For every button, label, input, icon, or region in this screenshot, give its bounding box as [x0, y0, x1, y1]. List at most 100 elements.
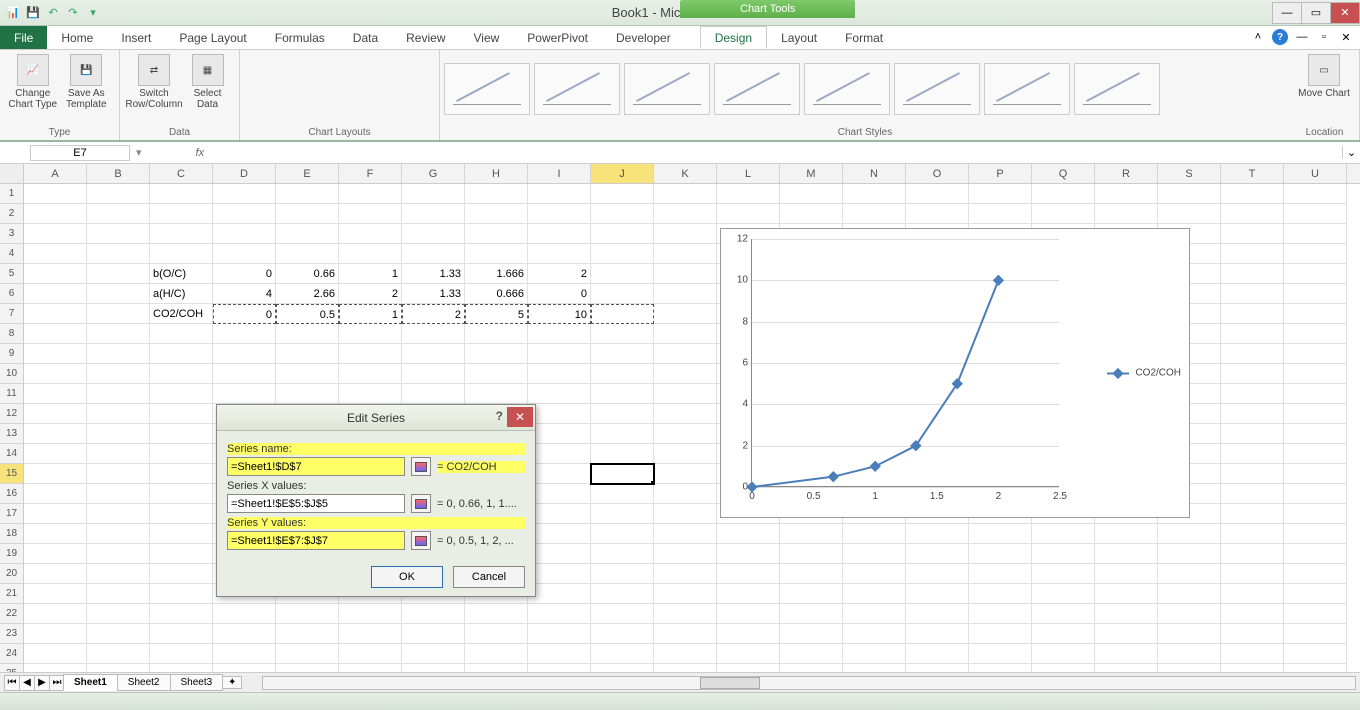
- cell-C19[interactable]: [150, 544, 213, 564]
- column-header-U[interactable]: U: [1284, 164, 1347, 183]
- cell-J21[interactable]: [591, 584, 654, 604]
- select-all-corner[interactable]: [0, 164, 24, 183]
- cell-A3[interactable]: [24, 224, 87, 244]
- cell-N22[interactable]: [843, 604, 906, 624]
- cell-J11[interactable]: [591, 384, 654, 404]
- cell-K10[interactable]: [654, 364, 717, 384]
- cell-O19[interactable]: [906, 544, 969, 564]
- cell-C11[interactable]: [150, 384, 213, 404]
- row-header-6[interactable]: 6: [0, 284, 24, 304]
- cell-F3[interactable]: [339, 224, 402, 244]
- tab-format[interactable]: Format: [831, 26, 897, 49]
- cell-T4[interactable]: [1221, 244, 1284, 264]
- cell-C23[interactable]: [150, 624, 213, 644]
- series-y-refedit-button[interactable]: [411, 531, 431, 550]
- cell-T9[interactable]: [1221, 344, 1284, 364]
- cell-M19[interactable]: [780, 544, 843, 564]
- dialog-help-icon[interactable]: ?: [496, 409, 503, 423]
- row-header-15[interactable]: 15: [0, 464, 24, 484]
- cell-J22[interactable]: [591, 604, 654, 624]
- cell-J4[interactable]: [591, 244, 654, 264]
- cell-B5[interactable]: [87, 264, 150, 284]
- cell-N1[interactable]: [843, 184, 906, 204]
- cell-A4[interactable]: [24, 244, 87, 264]
- cell-N2[interactable]: [843, 204, 906, 224]
- cell-L18[interactable]: [717, 524, 780, 544]
- column-header-T[interactable]: T: [1221, 164, 1284, 183]
- cell-H10[interactable]: [465, 364, 528, 384]
- row-header-9[interactable]: 9: [0, 344, 24, 364]
- cell-H22[interactable]: [465, 604, 528, 624]
- series-x-input[interactable]: [227, 494, 405, 513]
- dialog-close-button[interactable]: ✕: [507, 407, 533, 427]
- cell-J5[interactable]: [591, 264, 654, 284]
- name-box-dropdown-icon[interactable]: ▾: [130, 146, 148, 159]
- cell-G6[interactable]: 1.33: [402, 284, 465, 304]
- column-header-O[interactable]: O: [906, 164, 969, 183]
- cell-M23[interactable]: [780, 624, 843, 644]
- cell-A1[interactable]: [24, 184, 87, 204]
- cell-T21[interactable]: [1221, 584, 1284, 604]
- cell-G1[interactable]: [402, 184, 465, 204]
- cell-U22[interactable]: [1284, 604, 1347, 624]
- cell-A8[interactable]: [24, 324, 87, 344]
- cell-R24[interactable]: [1095, 644, 1158, 664]
- cell-K9[interactable]: [654, 344, 717, 364]
- cell-A11[interactable]: [24, 384, 87, 404]
- cell-U9[interactable]: [1284, 344, 1347, 364]
- chart-style-7[interactable]: [984, 63, 1070, 115]
- cell-N19[interactable]: [843, 544, 906, 564]
- qa-dropdown-icon[interactable]: ▾: [84, 4, 102, 22]
- chart-legend[interactable]: CO2/COH: [1107, 368, 1181, 379]
- row-header-20[interactable]: 20: [0, 564, 24, 584]
- cell-E8[interactable]: [276, 324, 339, 344]
- window-close-icon[interactable]: ✕: [1338, 29, 1354, 45]
- cell-E4[interactable]: [276, 244, 339, 264]
- cell-F8[interactable]: [339, 324, 402, 344]
- cell-T16[interactable]: [1221, 484, 1284, 504]
- cell-J8[interactable]: [591, 324, 654, 344]
- cell-G3[interactable]: [402, 224, 465, 244]
- cell-O22[interactable]: [906, 604, 969, 624]
- cell-I7[interactable]: 10: [528, 304, 591, 324]
- cell-L19[interactable]: [717, 544, 780, 564]
- cell-I11[interactable]: [528, 384, 591, 404]
- tab-view[interactable]: View: [460, 26, 514, 49]
- row-header-21[interactable]: 21: [0, 584, 24, 604]
- cell-A19[interactable]: [24, 544, 87, 564]
- cell-U4[interactable]: [1284, 244, 1347, 264]
- cell-B21[interactable]: [87, 584, 150, 604]
- cell-A15[interactable]: [24, 464, 87, 484]
- cell-A17[interactable]: [24, 504, 87, 524]
- cell-L23[interactable]: [717, 624, 780, 644]
- row-header-18[interactable]: 18: [0, 524, 24, 544]
- cell-I9[interactable]: [528, 344, 591, 364]
- file-tab[interactable]: File: [0, 26, 47, 49]
- cell-J15[interactable]: [591, 464, 654, 484]
- cell-K7[interactable]: [654, 304, 717, 324]
- cell-C3[interactable]: [150, 224, 213, 244]
- cell-G10[interactable]: [402, 364, 465, 384]
- cell-U21[interactable]: [1284, 584, 1347, 604]
- spreadsheet-grid[interactable]: ABCDEFGHIJKLMNOPQRSTU 12345b(O/C)00.6611…: [0, 164, 1360, 684]
- cell-F6[interactable]: 2: [339, 284, 402, 304]
- cell-I1[interactable]: [528, 184, 591, 204]
- cell-J17[interactable]: [591, 504, 654, 524]
- cell-T11[interactable]: [1221, 384, 1284, 404]
- cell-A13[interactable]: [24, 424, 87, 444]
- cell-B17[interactable]: [87, 504, 150, 524]
- cell-O18[interactable]: [906, 524, 969, 544]
- cell-T13[interactable]: [1221, 424, 1284, 444]
- cell-G22[interactable]: [402, 604, 465, 624]
- cell-A5[interactable]: [24, 264, 87, 284]
- cell-M1[interactable]: [780, 184, 843, 204]
- cell-B8[interactable]: [87, 324, 150, 344]
- cell-U3[interactable]: [1284, 224, 1347, 244]
- column-header-D[interactable]: D: [213, 164, 276, 183]
- cell-B12[interactable]: [87, 404, 150, 424]
- cell-B19[interactable]: [87, 544, 150, 564]
- cell-P18[interactable]: [969, 524, 1032, 544]
- cell-T24[interactable]: [1221, 644, 1284, 664]
- cell-O20[interactable]: [906, 564, 969, 584]
- column-header-L[interactable]: L: [717, 164, 780, 183]
